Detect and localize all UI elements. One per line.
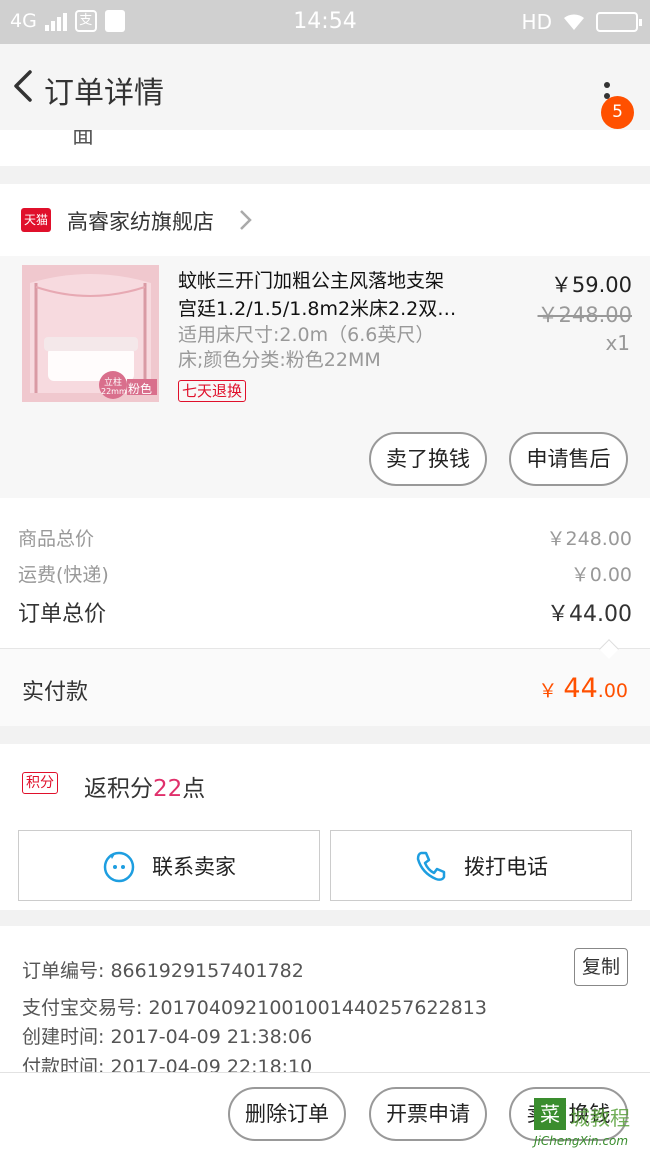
product-title-line1: 蚊帐三开门加粗公主风落地支架 bbox=[178, 270, 445, 292]
alipay-transaction-number: 支付宝交易号: 2017040921001001440257622813 bbox=[22, 997, 487, 1019]
partial-text: 面 bbox=[72, 130, 95, 149]
points-reward: 返积分22点 bbox=[84, 769, 205, 803]
amount-decimal: .00 bbox=[597, 680, 628, 702]
return-policy-tag: 七天退换 bbox=[178, 380, 247, 402]
product-image[interactable]: 立柱 22mm 粉色 bbox=[22, 265, 159, 402]
quantity: x1 bbox=[605, 331, 630, 355]
amount-integer: 44 bbox=[563, 673, 598, 704]
phone-icon bbox=[416, 851, 446, 881]
points-tag: 积分 bbox=[22, 772, 58, 794]
contact-seller-button[interactable]: 联系卖家 bbox=[18, 830, 320, 901]
order-total-value: ￥44.00 bbox=[547, 602, 632, 627]
actual-payment-row: 实付款 ￥ 44.00 bbox=[0, 648, 650, 726]
product-sku: 适用床尺寸:2.0m（6.6英尺） 床;颜色分类:粉色22MM bbox=[178, 323, 478, 373]
currency-symbol: ￥ bbox=[538, 680, 558, 702]
watermark-url: JiChengXin.com bbox=[534, 1134, 629, 1148]
sku-color: 床;颜色分类:粉色22MM bbox=[178, 349, 381, 371]
chevron-right-icon bbox=[240, 210, 252, 230]
order-total-label: 订单总价 bbox=[18, 602, 107, 627]
wifi-icon bbox=[564, 14, 584, 30]
contact-seller-label: 联系卖家 bbox=[152, 854, 236, 879]
original-price: ￥248.00 bbox=[537, 303, 632, 327]
after-sale-button[interactable]: 申请售后 bbox=[509, 432, 628, 486]
order-number: 订单编号: 8661929157401782 bbox=[22, 960, 304, 982]
page-title: 订单详情 bbox=[44, 76, 164, 111]
order-total-row: 订单总价 ￥44.00 bbox=[18, 596, 632, 628]
sku-size: 适用床尺寸:2.0m（6.6英尺） bbox=[178, 324, 435, 346]
nav-bar: 订单详情 5 bbox=[0, 44, 650, 130]
product-title-line2: 宫廷1.2/1.5/1.8m2米床2.2双… bbox=[178, 298, 457, 320]
invoice-request-button[interactable]: 开票申请 bbox=[369, 1087, 487, 1141]
scrolled-section-remnant: 面 bbox=[0, 130, 650, 166]
tmall-icon: 天猫 bbox=[21, 208, 51, 232]
status-bar: 4G 支 14:54 HD bbox=[0, 0, 650, 44]
battery-icon bbox=[596, 12, 642, 32]
points-suffix: 点 bbox=[182, 776, 206, 802]
points-value: 22 bbox=[153, 776, 183, 802]
site-watermark: 菜 城教程 JiChengXin.com bbox=[534, 1098, 646, 1152]
message-count-badge[interactable]: 5 bbox=[601, 96, 634, 129]
product-item[interactable]: 立柱 22mm 粉色 蚊帐三开门加粗公主风落地支架 宫廷1.2/1.5/1.8m… bbox=[0, 256, 650, 498]
goods-total-row: 商品总价 ￥248.00 bbox=[18, 524, 632, 551]
sell-for-cash-button[interactable]: 卖了换钱 bbox=[369, 432, 487, 486]
watermark-text: 城教程 bbox=[570, 1106, 630, 1130]
store-header[interactable]: 天猫 高睿家纺旗舰店 bbox=[0, 184, 650, 256]
product-title[interactable]: 蚊帐三开门加粗公主风落地支架 宫廷1.2/1.5/1.8m2米床2.2双… bbox=[178, 267, 488, 323]
actual-payment-label: 实付款 bbox=[22, 680, 89, 705]
image-badge-bottom: 22mm bbox=[101, 387, 127, 396]
back-arrow-icon[interactable] bbox=[8, 66, 38, 106]
shipping-value: ￥0.00 bbox=[570, 564, 632, 586]
actual-payment-amount: ￥ 44.00 bbox=[538, 673, 628, 704]
created-time: 创建时间: 2017-04-09 21:38:06 bbox=[22, 1026, 313, 1048]
price-summary: 商品总价 ￥248.00 运费(快递) ￥0.00 订单总价 ￥44.00 bbox=[0, 498, 650, 648]
chat-bubble-icon bbox=[103, 851, 135, 882]
image-color-label: 粉色 bbox=[128, 382, 153, 396]
goods-total-value: ￥248.00 bbox=[546, 528, 632, 550]
call-phone-label: 拨打电话 bbox=[464, 854, 548, 879]
product-price: ￥59.00 bbox=[550, 273, 632, 297]
shipping-row: 运费(快递) ￥0.00 bbox=[18, 560, 632, 587]
hd-indicator: HD bbox=[521, 10, 552, 34]
watermark-logo: 菜 bbox=[534, 1098, 566, 1130]
order-info: 订单编号: 8661929157401782 复制 支付宝交易号: 201704… bbox=[0, 926, 650, 1078]
points-prefix: 返积分 bbox=[84, 776, 153, 802]
points-and-contact: 积分 返积分22点 联系卖家 拨打电话 bbox=[0, 744, 650, 910]
shipping-label: 运费(快递) bbox=[18, 564, 109, 586]
store-name[interactable]: 高睿家纺旗舰店 bbox=[67, 206, 214, 236]
goods-total-label: 商品总价 bbox=[18, 528, 95, 550]
copy-button[interactable]: 复制 bbox=[574, 948, 628, 986]
call-phone-button[interactable]: 拨打电话 bbox=[330, 830, 632, 901]
delete-order-button[interactable]: 删除订单 bbox=[228, 1087, 346, 1141]
